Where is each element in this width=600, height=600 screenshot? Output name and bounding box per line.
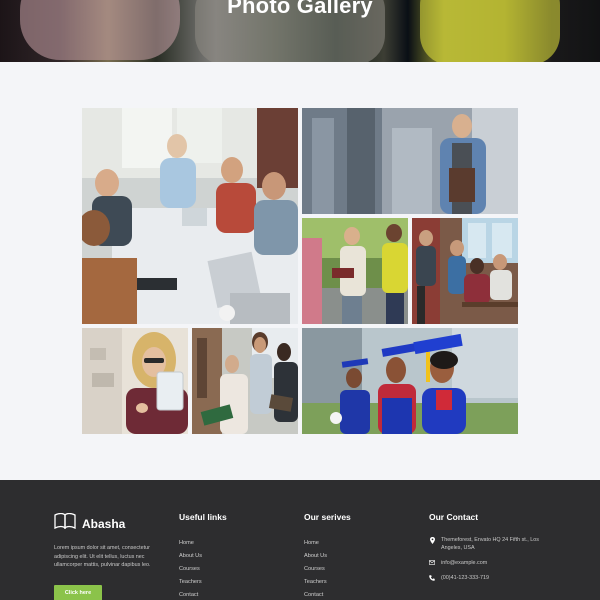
gallery-photo-graduates[interactable]	[302, 328, 518, 434]
gallery-photo-student-tablet[interactable]	[82, 328, 188, 434]
footer-useful-links: Useful links Home About Us Courses Teach…	[179, 512, 227, 600]
footer-service-contact[interactable]: Contact	[304, 591, 351, 600]
gallery-photo-students-walking[interactable]	[302, 218, 408, 324]
footer-services: Our serives Home About Us Courses Teache…	[304, 512, 351, 600]
photo-gallery	[82, 108, 518, 434]
envelope-icon	[429, 559, 435, 565]
footer-link-courses[interactable]: Courses	[179, 565, 227, 578]
footer-service-home[interactable]: Home	[304, 539, 351, 552]
gallery-photo-students-desk[interactable]	[412, 218, 518, 324]
footer-contact: Our Contact Themeforest, Envato HQ 24 Fi…	[429, 512, 559, 582]
services-title: Our serives	[304, 512, 351, 522]
book-icon	[54, 512, 76, 534]
contact-email-text[interactable]: info@example.com	[441, 559, 487, 567]
brand[interactable]: Abasha	[54, 512, 162, 534]
footer-link-contact[interactable]: Contact	[179, 591, 227, 600]
contact-title: Our Contact	[429, 512, 479, 522]
footer-brand-column: Abasha Lorem ipsum dolor sit amet, conse…	[54, 512, 162, 600]
footer-service-about[interactable]: About Us	[304, 552, 351, 565]
site-footer: Abasha Lorem ipsum dolor sit amet, conse…	[0, 480, 600, 600]
gallery-photo-students-reading[interactable]	[192, 328, 298, 434]
useful-links-title: Useful links	[179, 512, 227, 522]
page-title: Photo Gallery	[227, 0, 373, 18]
contact-phone-text[interactable]: (00)41-123-333-719	[441, 574, 489, 582]
gallery-photo-classroom[interactable]	[82, 108, 298, 324]
contact-phone: (00)41-123-333-719	[429, 574, 559, 582]
footer-service-teachers[interactable]: Teachers	[304, 578, 351, 591]
footer-link-teachers[interactable]: Teachers	[179, 578, 227, 591]
contact-address-text: Themeforest, Envato HQ 24 Fifth st., Los…	[441, 537, 539, 551]
about-text: Lorem ipsum dolor sit amet, consectetur …	[54, 545, 151, 569]
brand-name: Abasha	[82, 516, 126, 531]
click-here-button[interactable]: Click here	[54, 585, 102, 600]
footer-link-about[interactable]: About Us	[179, 552, 227, 565]
footer-service-courses[interactable]: Courses	[304, 565, 351, 578]
hero-banner: Photo Gallery	[0, 0, 600, 62]
contact-address: Themeforest, Envato HQ 24 Fifth st., Los…	[429, 536, 559, 552]
gallery-photo-student-book[interactable]	[302, 108, 518, 214]
phone-icon	[429, 574, 435, 581]
map-pin-icon	[429, 536, 435, 544]
contact-email: info@example.com	[429, 559, 559, 567]
footer-link-home[interactable]: Home	[179, 539, 227, 552]
